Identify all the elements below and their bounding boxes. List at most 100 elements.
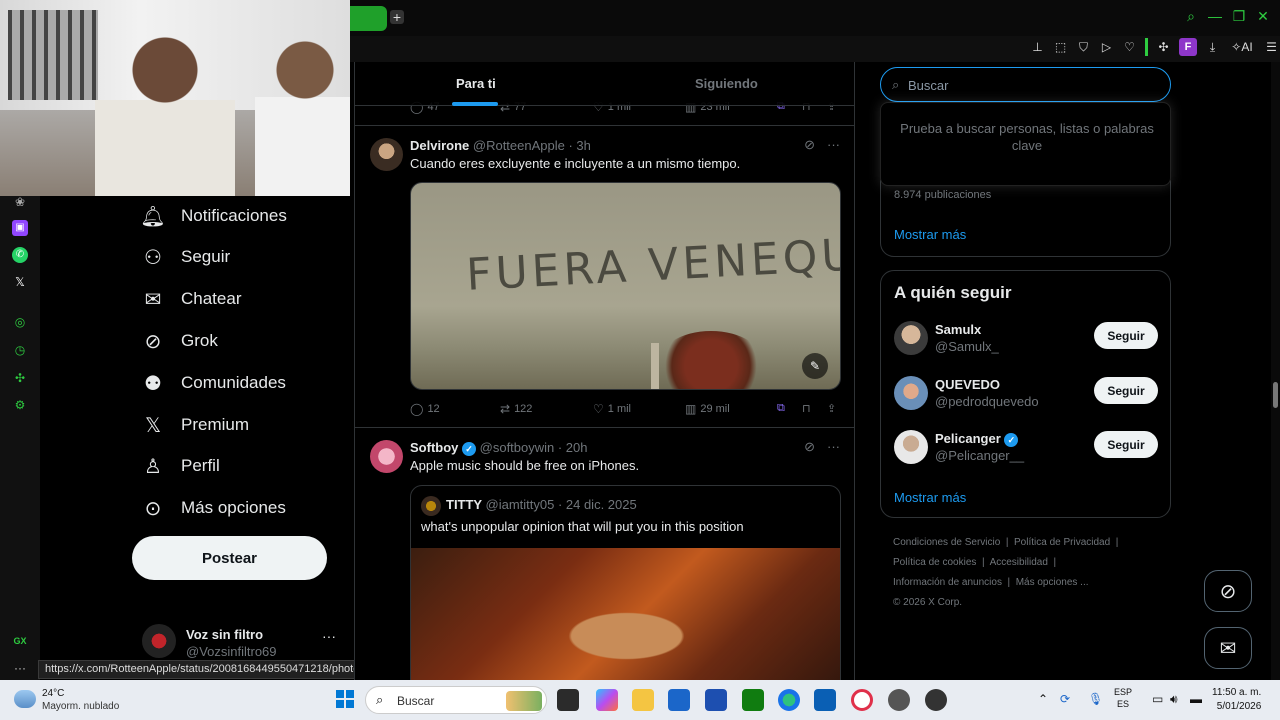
scrollbar-thumb[interactable] bbox=[1273, 382, 1278, 408]
clock[interactable]: 11:50 a. m. 5/01/2026 bbox=[1212, 686, 1261, 714]
mic-icon[interactable]: 🎙︎ bbox=[1088, 692, 1103, 706]
grok-icon: ⊘ bbox=[144, 330, 162, 353]
app-icon[interactable] bbox=[705, 689, 727, 711]
post-button[interactable]: Postear bbox=[132, 536, 327, 580]
active-browser-tab[interactable] bbox=[350, 6, 387, 31]
network-icon[interactable]: ▭ bbox=[1152, 692, 1163, 706]
heart-icon[interactable]: ♡ bbox=[1122, 40, 1137, 55]
follow-button[interactable]: Seguir bbox=[1094, 377, 1158, 404]
taskbar-search[interactable]: ⌕ Buscar bbox=[365, 686, 547, 714]
file-explorer-icon[interactable] bbox=[632, 689, 654, 711]
openai-icon[interactable]: ❀ bbox=[12, 194, 28, 210]
sidebar-more[interactable]: ··· bbox=[12, 660, 28, 676]
settings-icon[interactable] bbox=[888, 689, 910, 711]
whatsapp-icon[interactable]: ✆ bbox=[12, 247, 28, 263]
tweet-image[interactable]: FUERA VENEQUES ✎ bbox=[410, 182, 841, 390]
minimize-button[interactable]: — bbox=[1208, 8, 1222, 25]
gx-label[interactable]: GX bbox=[12, 633, 28, 649]
follow-button[interactable]: Seguir bbox=[1094, 431, 1158, 458]
avatar[interactable] bbox=[370, 138, 403, 171]
avatar[interactable] bbox=[894, 321, 928, 355]
taskbar-search-label: Buscar bbox=[397, 694, 435, 708]
edit-image-icon[interactable]: ✎ bbox=[802, 353, 828, 379]
reply-action[interactable]: ◯ 12 bbox=[410, 402, 440, 416]
follow-suggestion[interactable]: Pelicanger ✓ @Pelicanger__ Seguir bbox=[894, 430, 1159, 466]
trends-show-more[interactable]: Mostrar más bbox=[894, 227, 966, 242]
new-tab-button[interactable]: + bbox=[390, 10, 404, 24]
follow-suggestion[interactable]: QUEVEDO @pedrodquevedo Seguir bbox=[894, 376, 1159, 412]
chevron-up-icon[interactable]: ⌃ bbox=[1038, 692, 1048, 706]
pin-icon[interactable]: ⊥ bbox=[1030, 40, 1045, 55]
footer-ads[interactable]: Información de anuncios bbox=[893, 577, 1002, 588]
task-view-icon[interactable] bbox=[557, 689, 579, 711]
grok-icon[interactable]: ⊘ bbox=[804, 137, 815, 153]
grok-icon[interactable]: ⊘ bbox=[804, 439, 815, 455]
search-tabs-icon[interactable]: ⌕ bbox=[1184, 8, 1198, 25]
bookmark-icon[interactable]: ⊓ bbox=[802, 402, 811, 415]
menu-icon[interactable]: ☰ bbox=[1264, 40, 1279, 55]
puzzle-icon[interactable]: ✣ bbox=[12, 370, 28, 386]
grok-post-icon[interactable]: ⧉ bbox=[777, 402, 785, 415]
who-to-follow-title: A quién seguir bbox=[894, 283, 1012, 302]
grok-fab-button[interactable]: ⊘ bbox=[1204, 570, 1252, 612]
snapshot-icon[interactable]: ⬚ bbox=[1053, 40, 1068, 55]
x-icon[interactable]: 𝕏 bbox=[12, 274, 28, 290]
tweet-author[interactable]: Softboy ✓ @softboywin · 20h bbox=[410, 440, 588, 456]
avatar[interactable] bbox=[894, 430, 928, 464]
search-input[interactable] bbox=[908, 74, 1158, 96]
repost-action[interactable]: ⇄ 122 bbox=[500, 402, 532, 416]
messages-fab-button[interactable]: ✉ bbox=[1204, 627, 1252, 669]
copilot-icon[interactable] bbox=[596, 689, 618, 711]
follow-suggestion[interactable]: Samulx @Samulx_ Seguir bbox=[894, 321, 1159, 357]
avatar[interactable] bbox=[370, 440, 403, 473]
profile-avatar[interactable]: F bbox=[1179, 38, 1197, 56]
language-indicator[interactable]: ESP ES bbox=[1114, 686, 1132, 710]
opera-gx-icon[interactable] bbox=[851, 689, 873, 711]
start-button[interactable] bbox=[336, 690, 354, 708]
xbox-icon[interactable] bbox=[742, 689, 764, 711]
tweet-author[interactable]: Delvirone @RotteenApple · 3h bbox=[410, 138, 591, 153]
quoted-tweet[interactable]: TITTY @iamtitty05 · 24 dic. 2025 what's … bbox=[410, 485, 841, 680]
page-scrollbar[interactable] bbox=[1271, 62, 1280, 680]
store-icon[interactable] bbox=[668, 689, 690, 711]
footer-accessibility[interactable]: Accesibilidad bbox=[990, 557, 1048, 568]
target-icon[interactable]: ◎ bbox=[12, 314, 28, 330]
outlook-icon[interactable] bbox=[814, 689, 836, 711]
footer-cookies[interactable]: Política de cookies bbox=[893, 557, 976, 568]
settings-icon[interactable]: ⚙ bbox=[12, 397, 28, 413]
footer-privacy[interactable]: Política de Privacidad bbox=[1014, 537, 1110, 548]
volume-icon[interactable]: 🔊︎ bbox=[1170, 692, 1178, 707]
avatar[interactable] bbox=[894, 376, 928, 410]
views-action[interactable]: ▥ 29 mil bbox=[685, 402, 730, 416]
tab-for-you[interactable]: Para ti bbox=[456, 76, 496, 91]
download-icon[interactable]: ⤓ bbox=[1205, 40, 1220, 55]
sync-icon[interactable]: ⟳ bbox=[1060, 692, 1070, 706]
close-window-button[interactable]: ✕ bbox=[1256, 8, 1270, 25]
twitch-icon[interactable]: ▣ bbox=[12, 220, 28, 236]
app-red-icon[interactable] bbox=[925, 689, 947, 711]
windows-logo-tile bbox=[336, 690, 344, 698]
edge-icon[interactable] bbox=[778, 689, 800, 711]
follow-show-more[interactable]: Mostrar más bbox=[894, 490, 966, 505]
maximize-button[interactable]: ❐ bbox=[1232, 8, 1246, 25]
user-handle: @Samulx_ bbox=[935, 339, 999, 354]
like-action[interactable]: ♡ 1 mil bbox=[593, 402, 631, 416]
quote-image[interactable] bbox=[411, 548, 840, 680]
more-icon[interactable]: ··· bbox=[827, 439, 840, 455]
account-menu-icon[interactable]: ··· bbox=[322, 628, 336, 644]
follow-button[interactable]: Seguir bbox=[1094, 322, 1158, 349]
more-icon[interactable]: ··· bbox=[827, 137, 840, 153]
footer-terms[interactable]: Condiciones de Servicio bbox=[893, 537, 1000, 548]
shield-icon[interactable]: ⛉ bbox=[1076, 40, 1091, 55]
history-icon[interactable]: ◷ bbox=[12, 342, 28, 358]
tweet[interactable]: Delvirone @RotteenApple · 3h ⊘ ··· Cuando… bbox=[355, 126, 854, 428]
battery-icon[interactable]: ▬ bbox=[1190, 692, 1202, 706]
share-icon[interactable]: ⇪ bbox=[827, 402, 836, 415]
tweet[interactable]: Softboy ✓ @softboywin · 20h ⊘ ··· Apple m… bbox=[355, 428, 854, 680]
footer-more[interactable]: Más opciones ... bbox=[1016, 577, 1089, 588]
ai-button[interactable]: ✧ AI bbox=[1228, 40, 1256, 55]
search-box[interactable]: ⌕ bbox=[880, 67, 1171, 102]
play-icon[interactable]: ▷ bbox=[1099, 40, 1114, 55]
tab-following[interactable]: Siguiendo bbox=[695, 76, 758, 91]
extensions-icon[interactable]: ✣ bbox=[1156, 40, 1171, 55]
